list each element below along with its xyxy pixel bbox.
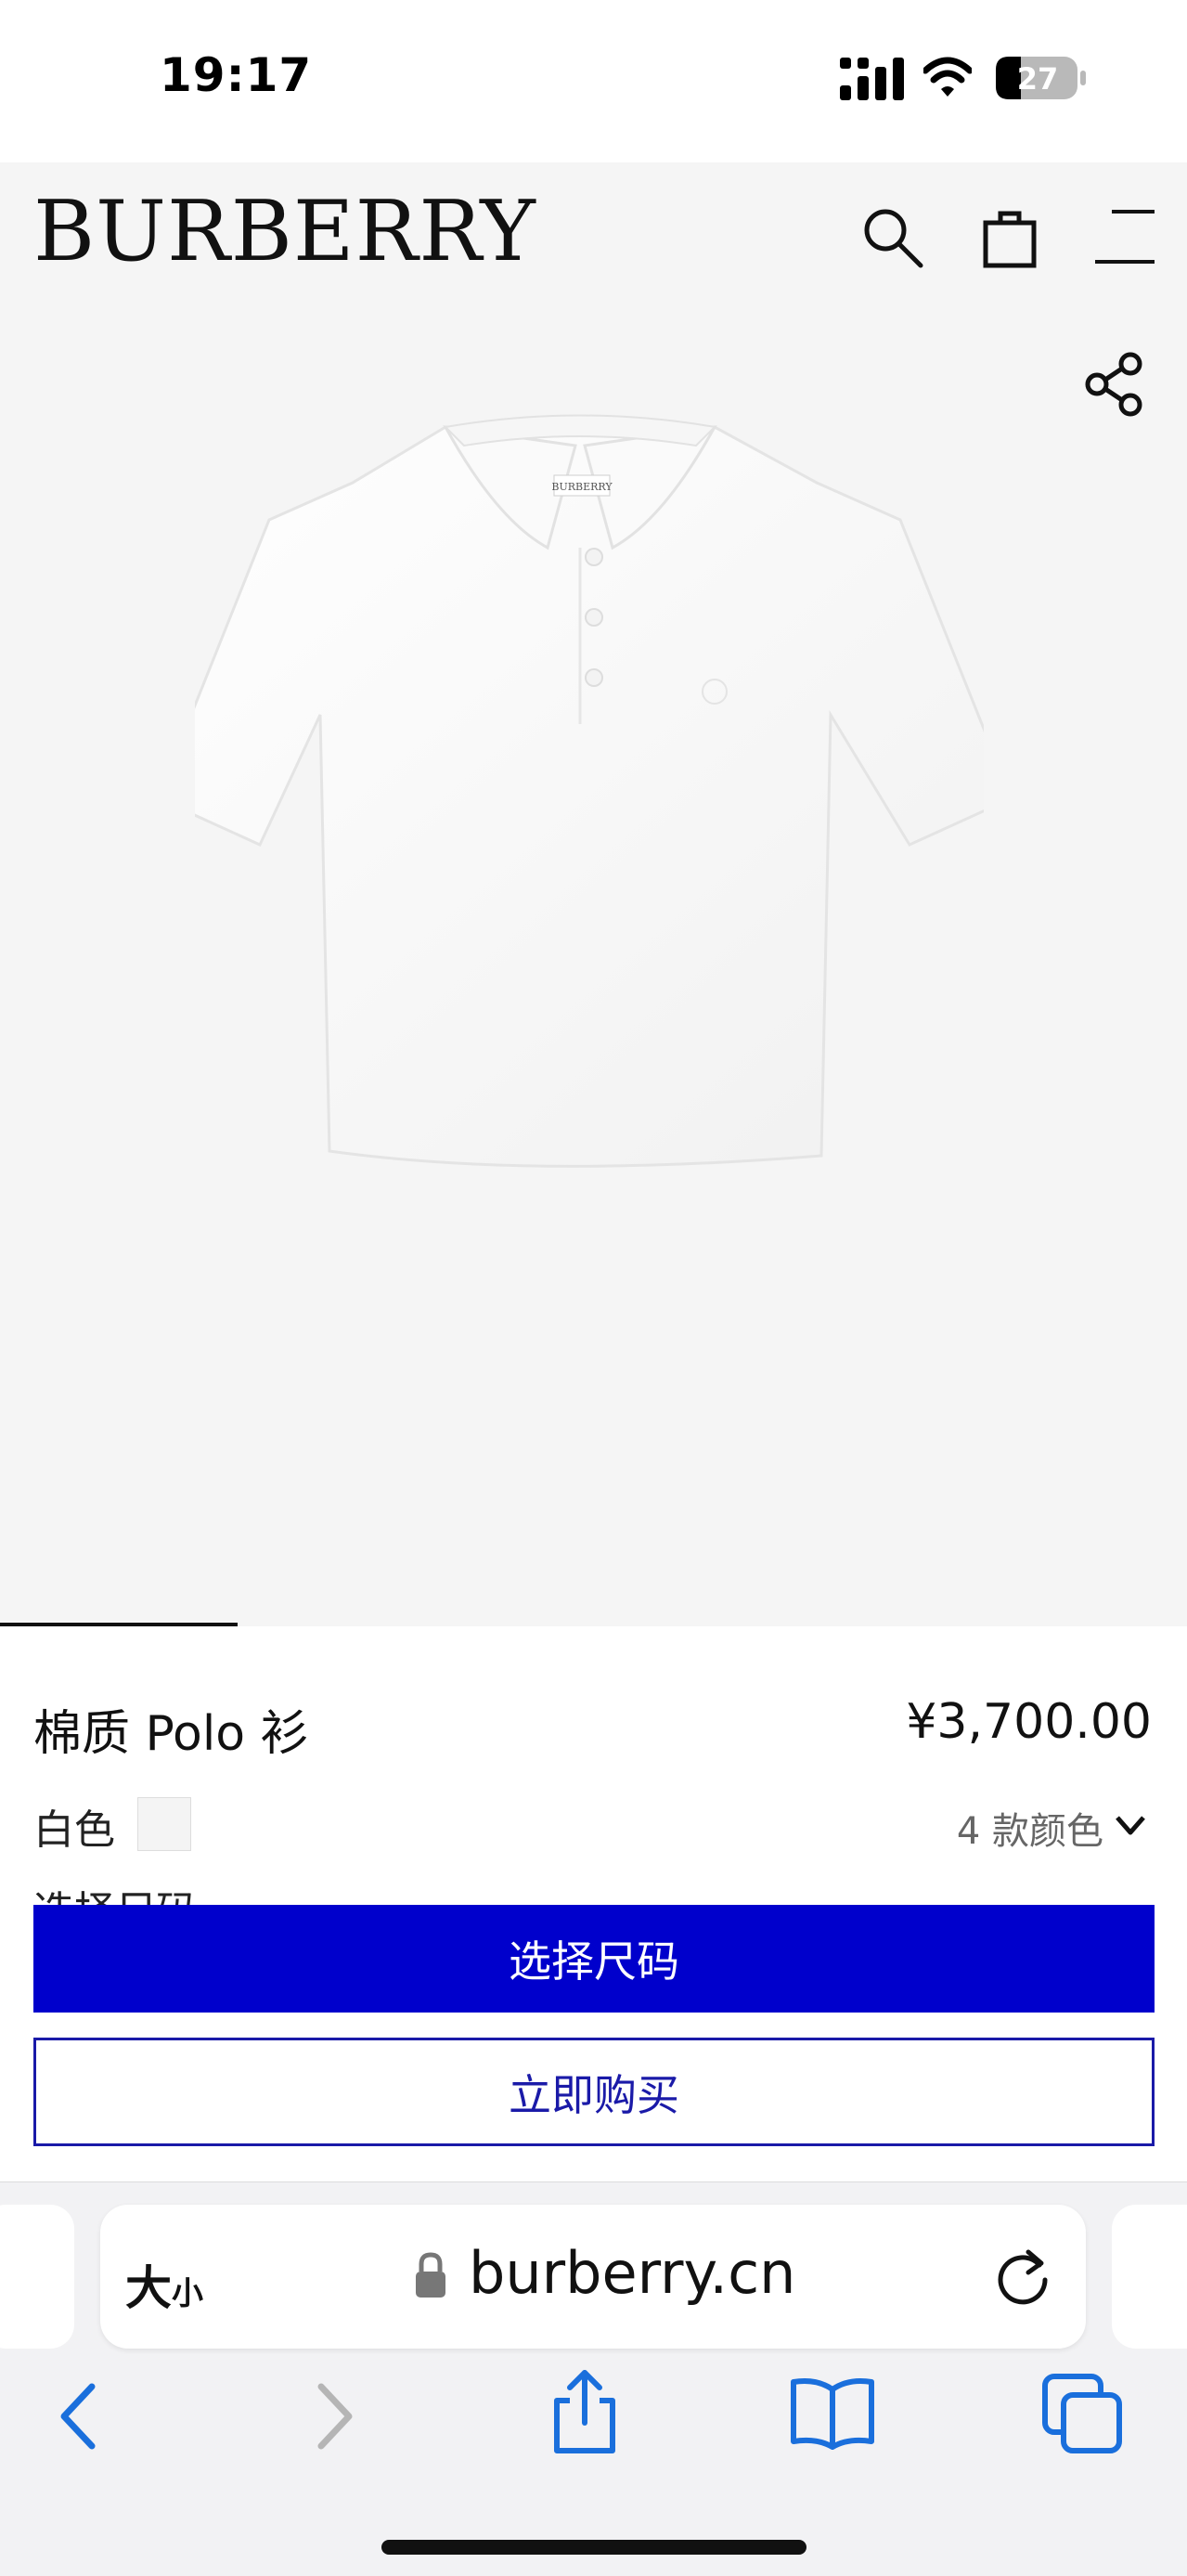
bookmarks-book-icon[interactable] bbox=[789, 2376, 876, 2451]
text-size-large-label: 大 bbox=[125, 2261, 172, 2315]
previous-tab-preview[interactable] bbox=[0, 2205, 74, 2349]
buy-now-button[interactable]: 立即购买 bbox=[33, 2038, 1155, 2146]
color-count-selector[interactable]: 4 款颜色 bbox=[957, 1801, 1103, 1855]
wifi-icon bbox=[923, 57, 972, 97]
home-indicator[interactable] bbox=[381, 2540, 806, 2555]
color-label: 白色 bbox=[33, 1806, 115, 1854]
next-tab-preview[interactable] bbox=[1112, 2205, 1187, 2349]
text-size-button[interactable]: 大小 bbox=[125, 2251, 203, 2318]
text-size-small-label: 小 bbox=[172, 2275, 203, 2312]
size-section-label: 选择尺码 bbox=[33, 1884, 197, 1905]
search-icon[interactable] bbox=[861, 206, 924, 269]
shirt-label-text: BURBERRY bbox=[551, 481, 613, 493]
chevron-down-icon[interactable] bbox=[1114, 1812, 1147, 1840]
share-page-icon[interactable] bbox=[548, 2367, 622, 2456]
back-arrow-icon[interactable] bbox=[51, 2381, 107, 2452]
product-image[interactable]: BURBERRY bbox=[195, 408, 984, 1383]
signal-icon bbox=[840, 58, 904, 100]
gallery-progress-indicator bbox=[0, 1623, 238, 1626]
brand-logo[interactable]: BURBERRY bbox=[33, 190, 536, 274]
status-time: 19:17 bbox=[160, 48, 313, 102]
menu-icon[interactable] bbox=[1095, 206, 1155, 267]
lock-icon bbox=[416, 2252, 445, 2298]
tabs-icon[interactable] bbox=[1041, 2373, 1123, 2454]
color-swatch[interactable] bbox=[137, 1797, 191, 1851]
url-text[interactable]: burberry.cn bbox=[469, 2239, 795, 2307]
battery-level: 27 bbox=[1017, 61, 1059, 97]
shopping-bag-icon[interactable] bbox=[982, 208, 1038, 269]
product-price: ¥3,700.00 bbox=[906, 1694, 1152, 1750]
battery-icon: 27 bbox=[996, 57, 1086, 99]
share-icon[interactable] bbox=[1084, 351, 1145, 418]
product-name: 棉质 Polo 衫 bbox=[33, 1706, 309, 1762]
reload-icon[interactable] bbox=[991, 2245, 1054, 2308]
select-size-button[interactable]: 选择尺码 bbox=[33, 1905, 1155, 2013]
forward-arrow-icon[interactable] bbox=[306, 2381, 362, 2452]
